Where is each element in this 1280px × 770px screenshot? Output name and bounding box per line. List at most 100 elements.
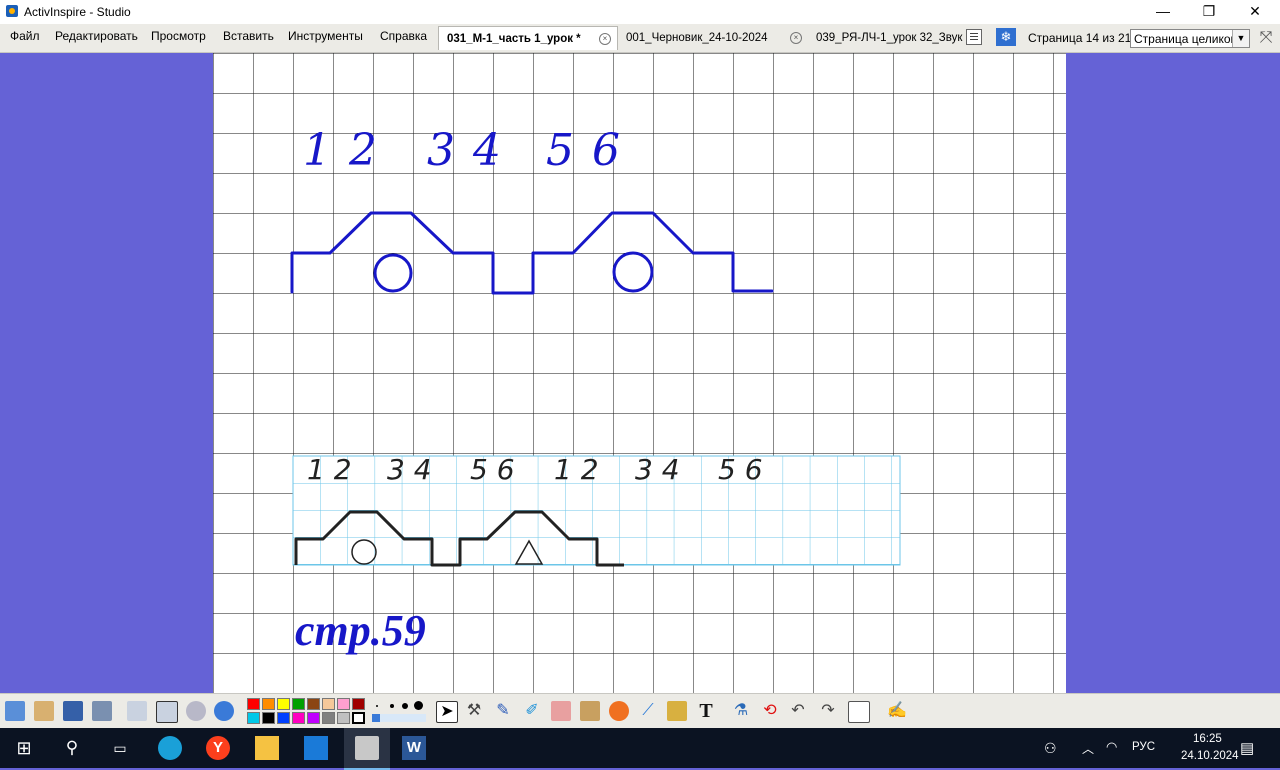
fullscreen-icon[interactable]: ⤧ [1255,28,1277,48]
tab-list-icon[interactable] [966,29,982,45]
strip-number: 1 2 [307,453,352,486]
window-title: ActivInspire - Studio [24,5,131,19]
browsers-icon[interactable] [34,701,54,721]
pen-size-large[interactable] [402,703,408,709]
select-arrow-icon[interactable]: ➤ [436,701,458,723]
undo-icon[interactable]: ↶ [788,701,808,721]
activinspire-taskbar-button[interactable] [344,728,390,770]
windows-start-icon[interactable]: ⊞ [12,736,36,760]
strip-number: 5 6 [718,453,763,486]
menu-insert[interactable]: Вставить [223,29,274,43]
tab-document[interactable]: 001_Черновик_24-10-2024 × [618,26,808,50]
mail-icon[interactable] [304,736,328,760]
yandex-browser-icon[interactable]: Y [206,736,230,760]
connector-icon[interactable]: ⟋ [638,701,658,721]
pen-size-xlarge[interactable] [414,701,423,710]
menu-tools[interactable]: Инструменты [288,29,363,43]
chevron-down-icon: ▼ [1232,30,1249,47]
menu-view[interactable]: Просмотр [151,29,206,43]
color-swatch-blue[interactable] [277,712,290,724]
color-swatch-purple[interactable] [307,712,320,724]
zoom-select[interactable]: Страница целиком ▼ [1130,29,1250,48]
previous-page-icon[interactable] [127,701,147,721]
settings-icon[interactable] [92,701,112,721]
highlighter-icon[interactable]: ✐ [522,701,542,721]
network-icon[interactable]: ◠ [1106,739,1117,755]
tab-close-icon[interactable]: × [599,33,611,45]
pen-size-small[interactable] [376,705,378,707]
search-icon[interactable]: ⚲ [60,736,84,760]
edge-icon[interactable] [158,736,182,760]
eraser-icon[interactable] [551,701,571,721]
color-swatch-red[interactable] [247,698,260,710]
main-menu-icon[interactable] [5,701,25,721]
activinspire-icon [355,736,379,760]
menu-edit[interactable]: Редактировать [55,29,138,43]
page-reference: стр.59 [295,606,426,655]
color-swatch-magenta[interactable] [292,712,305,724]
color-swatch-peach[interactable] [322,698,335,710]
web-browser-icon[interactable] [214,701,234,721]
tools-icon[interactable]: ⚒ [464,701,484,721]
page-browser-icon[interactable]: ❄ [996,28,1016,46]
page-indicator: Страница 14 из 21 [1028,31,1132,45]
tab-label: 001_Черновик_24-10-2024 [626,32,768,44]
chevron-up-icon[interactable]: ︿ [1082,740,1094,757]
color-swatch-green[interactable] [292,698,305,710]
tab-document-active[interactable]: 031_М-1_часть 1_урок * × [438,26,618,50]
color-swatch-black[interactable] [262,712,275,724]
language-indicator[interactable]: РУС [1132,741,1155,753]
activinspire-icon [6,5,18,17]
handwritten-numbers-56: 5 6 [546,125,622,176]
clock-date[interactable]: 24.10.2024 [1181,750,1239,762]
strip-number: 3 4 [635,453,680,486]
insert-text-icon[interactable]: T [696,701,716,721]
menu-file[interactable]: Файл [10,29,40,43]
tab-document[interactable]: 039_РЯ-ЛЧ-1_урок 32_Звук и [808,26,966,50]
design-mode-icon[interactable] [63,701,83,721]
pen-icon[interactable]: ✎ [493,701,513,721]
windows-taskbar: ⊞ ⚲ ▭ Y W ⚇ ︿ ◠ РУС 16:25 24.10.2024 ▤ [0,728,1280,770]
handwritten-numbers-34: 3 4 [427,125,503,176]
color-swatch-brown[interactable] [307,698,320,710]
word-icon[interactable]: W [402,736,426,760]
task-view-icon[interactable]: ▭ [108,736,132,760]
color-swatch-cyan[interactable] [247,712,260,724]
color-swatch-orange[interactable] [262,698,275,710]
tab-close-icon[interactable]: × [790,32,802,44]
people-icon[interactable]: ⚇ [1044,740,1057,757]
flipchart-page[interactable]: 1 2 3 4 5 6 1 2 3 4 5 6 1 2 3 4 5 6 стр.… [213,53,1066,693]
title-bar: ActivInspire - Studio — ❐ ✕ [0,0,1280,24]
pen-width-slider[interactable] [372,714,426,722]
reset-page-icon[interactable]: ⟲ [760,701,780,721]
pen-size-medium[interactable] [390,704,394,708]
play-icon[interactable] [186,701,206,721]
fill-icon[interactable] [580,701,600,721]
strip-number: 3 4 [387,453,432,486]
color-swatch-darkred[interactable] [352,698,365,710]
color-swatch-white[interactable] [352,712,365,724]
redo-icon[interactable]: ↷ [818,701,838,721]
maximize-button[interactable]: ❐ [1186,0,1232,24]
text-tool-icon[interactable] [667,701,687,721]
tab-label: 039_РЯ-ЛЧ-1_урок 32_Звук и [816,32,966,44]
strip-number: 1 2 [554,453,599,486]
tool-palette: ➤ ⚒ ✎ ✐ ⟋ T ⚗ ⟲ ↶ ↷ ✍ [0,693,1280,729]
notifications-icon[interactable]: ▤ [1240,739,1254,757]
next-page-icon[interactable] [156,701,178,723]
color-swatch-gray[interactable] [322,712,335,724]
strip-number: 5 6 [470,453,515,486]
menu-help[interactable]: Справка [380,29,427,43]
page-panel-icon[interactable] [848,701,870,723]
color-swatch-yellow[interactable] [277,698,290,710]
close-button[interactable]: ✕ [1232,0,1278,24]
shape-icon[interactable] [609,701,629,721]
tab-label: 031_М-1_часть 1_урок * [447,33,581,45]
clear-icon[interactable]: ⚗ [731,701,751,721]
file-explorer-icon[interactable] [255,736,279,760]
color-swatch-silver[interactable] [337,712,350,724]
clock-time[interactable]: 16:25 [1193,733,1222,745]
minimize-button[interactable]: — [1140,0,1186,24]
color-swatch-pink[interactable] [337,698,350,710]
dual-user-icon[interactable]: ✍ [887,701,907,721]
